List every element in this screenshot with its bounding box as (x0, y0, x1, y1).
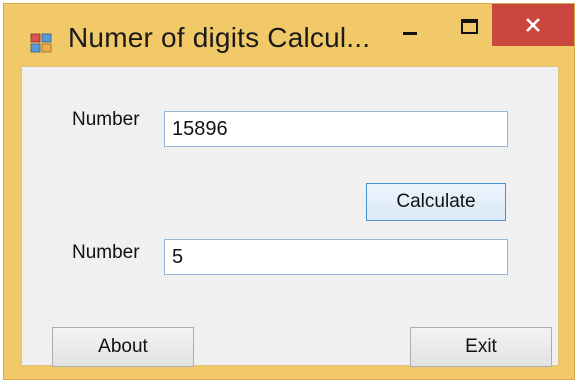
minimize-button[interactable] (382, 8, 438, 50)
calculate-button[interactable]: Calculate (366, 183, 506, 221)
title-bar[interactable]: Numer of digits Calcul... (4, 4, 574, 66)
maximize-button[interactable] (442, 8, 498, 50)
number-input[interactable]: 15896 (164, 111, 508, 147)
number-label: Number (72, 109, 140, 130)
close-button[interactable] (492, 4, 574, 46)
close-icon (526, 18, 540, 32)
form-icon (30, 33, 52, 53)
maximize-icon (461, 19, 478, 34)
app-window: Numer of digits Calcul... Number 15896 C… (3, 3, 575, 380)
exit-button[interactable]: Exit (410, 327, 552, 367)
window-title: Numer of digits Calcul... (68, 22, 371, 53)
result-output[interactable]: 5 (164, 239, 508, 275)
minimize-icon (403, 32, 417, 35)
about-button[interactable]: About (52, 327, 194, 367)
result-label: Number (72, 242, 140, 263)
client-area: Number 15896 Calculate Number 5 About Ex… (21, 66, 559, 367)
